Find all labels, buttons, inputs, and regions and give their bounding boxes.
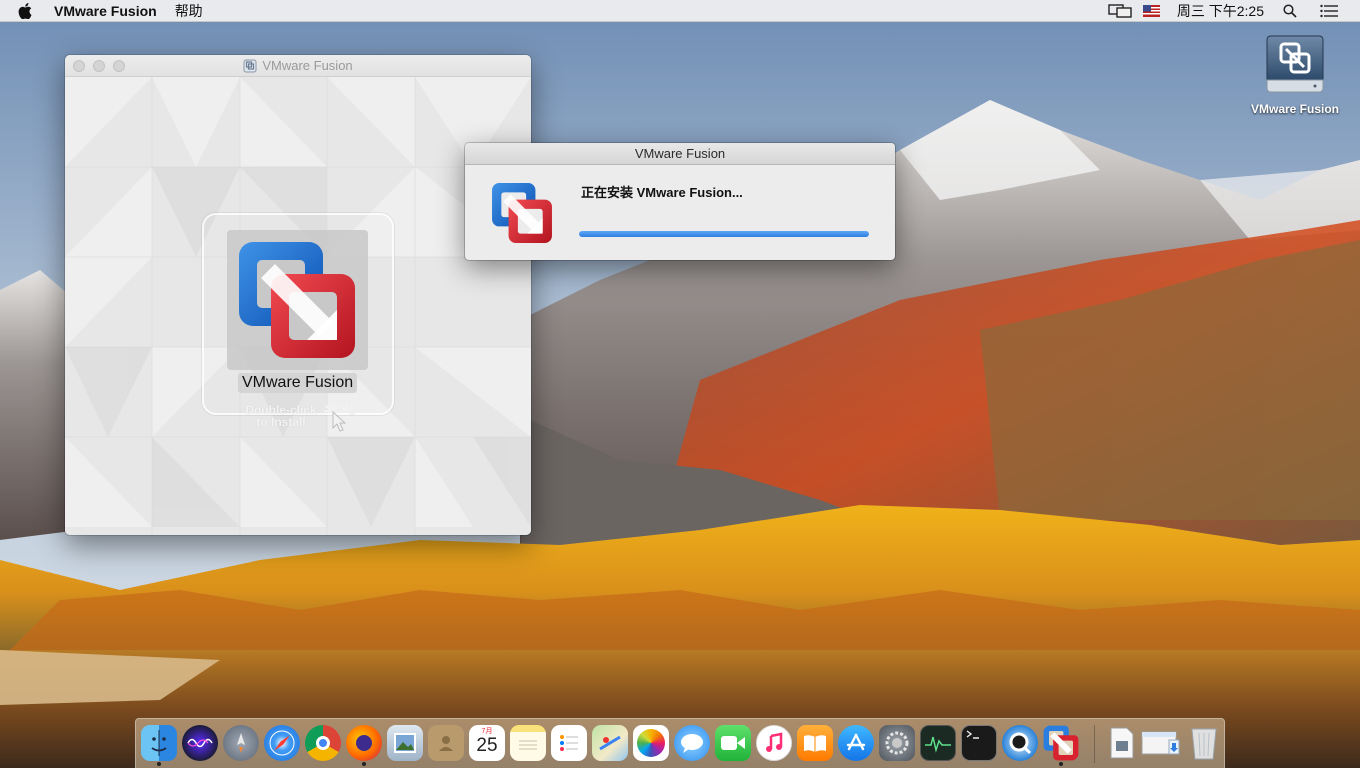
desktop-drive-label: VMware Fusion [1250,102,1339,116]
hint-line-2: to Install [256,415,306,429]
close-button[interactable] [73,60,85,72]
display-mirroring-icon[interactable] [1107,0,1133,22]
install-status-text: 正在安装 VMware Fusion... [581,185,743,200]
notification-center-icon[interactable] [1320,0,1338,22]
desktop-drive-icon[interactable]: VMware Fusion [1246,34,1344,116]
vmware-fusion-icon[interactable] [1043,725,1079,761]
firefox-icon[interactable] [346,725,382,761]
messages-icon[interactable] [674,725,710,761]
spotlight-search-icon[interactable] [1282,0,1298,22]
dock-separator [1094,725,1095,763]
app-menu[interactable]: VMware Fusion [54,3,157,19]
finder-icon[interactable] [141,725,177,761]
downloads-stack-icon[interactable] [1141,725,1181,761]
disk-image-icon [243,59,257,72]
dock: 7月 25 [135,718,1225,768]
dmg-window-content: VMware Fusion Double-click to Install [65,77,531,535]
itunes-icon[interactable] [756,725,792,761]
system-preferences-icon[interactable] [879,725,915,761]
launchpad-icon[interactable] [223,725,259,761]
apple-menu-icon[interactable] [18,2,38,19]
window-title: VMware Fusion [262,58,353,73]
input-source-flag-icon[interactable] [1143,0,1161,22]
maps-icon[interactable] [592,725,628,761]
ibooks-icon[interactable] [797,725,833,761]
quicktime-icon[interactable] [1002,725,1038,761]
notes-icon[interactable] [510,725,546,761]
preview-icon[interactable] [387,725,423,761]
documents-stack-icon[interactable] [1104,725,1140,761]
trash-icon[interactable] [1186,725,1222,761]
window-titlebar[interactable]: VMware Fusion [65,55,531,77]
vmware-running-indicator [1059,762,1063,766]
vmware-fusion-icon [492,183,552,243]
contacts-icon[interactable] [428,725,464,761]
menu-bar: VMware Fusion 帮助 周三 下午2:25 [0,0,1360,22]
help-menu[interactable]: 帮助 [175,1,203,21]
reminders-icon[interactable] [551,725,587,761]
safari-icon[interactable] [264,725,300,761]
menu-bar-clock[interactable]: 周三 下午2:25 [1177,1,1264,21]
double-click-hint: Double-click to Install [235,404,327,428]
mounted-disk-icon [1266,35,1324,93]
vmware-fusion-app-icon[interactable] [227,230,368,370]
dialog-titlebar[interactable]: VMware Fusion [465,143,895,165]
install-progress-bar [579,231,869,237]
dmg-installer-window: VMware Fusion VMware Fusion Double-click… [65,55,531,535]
zoom-button[interactable] [113,60,125,72]
progress-fill [579,231,869,237]
app-store-icon[interactable] [838,725,874,761]
minimize-button[interactable] [93,60,105,72]
facetime-icon[interactable] [715,725,751,761]
calendar-day: 25 [476,735,498,756]
app-icon-label: VMware Fusion [238,373,358,393]
finder-running-indicator [157,762,161,766]
photos-icon[interactable] [633,725,669,761]
activity-monitor-icon[interactable] [920,725,956,761]
firefox-running-indicator [362,762,366,766]
click-cursor-icon [324,404,355,432]
calendar-icon[interactable]: 7月 25 [469,725,505,761]
terminal-icon[interactable] [961,725,997,761]
dialog-title: VMware Fusion [634,146,726,161]
siri-icon[interactable] [182,725,218,761]
chrome-icon[interactable] [305,725,341,761]
install-progress-dialog: VMware Fusion 正在安装 VMware Fusion... [465,143,895,260]
